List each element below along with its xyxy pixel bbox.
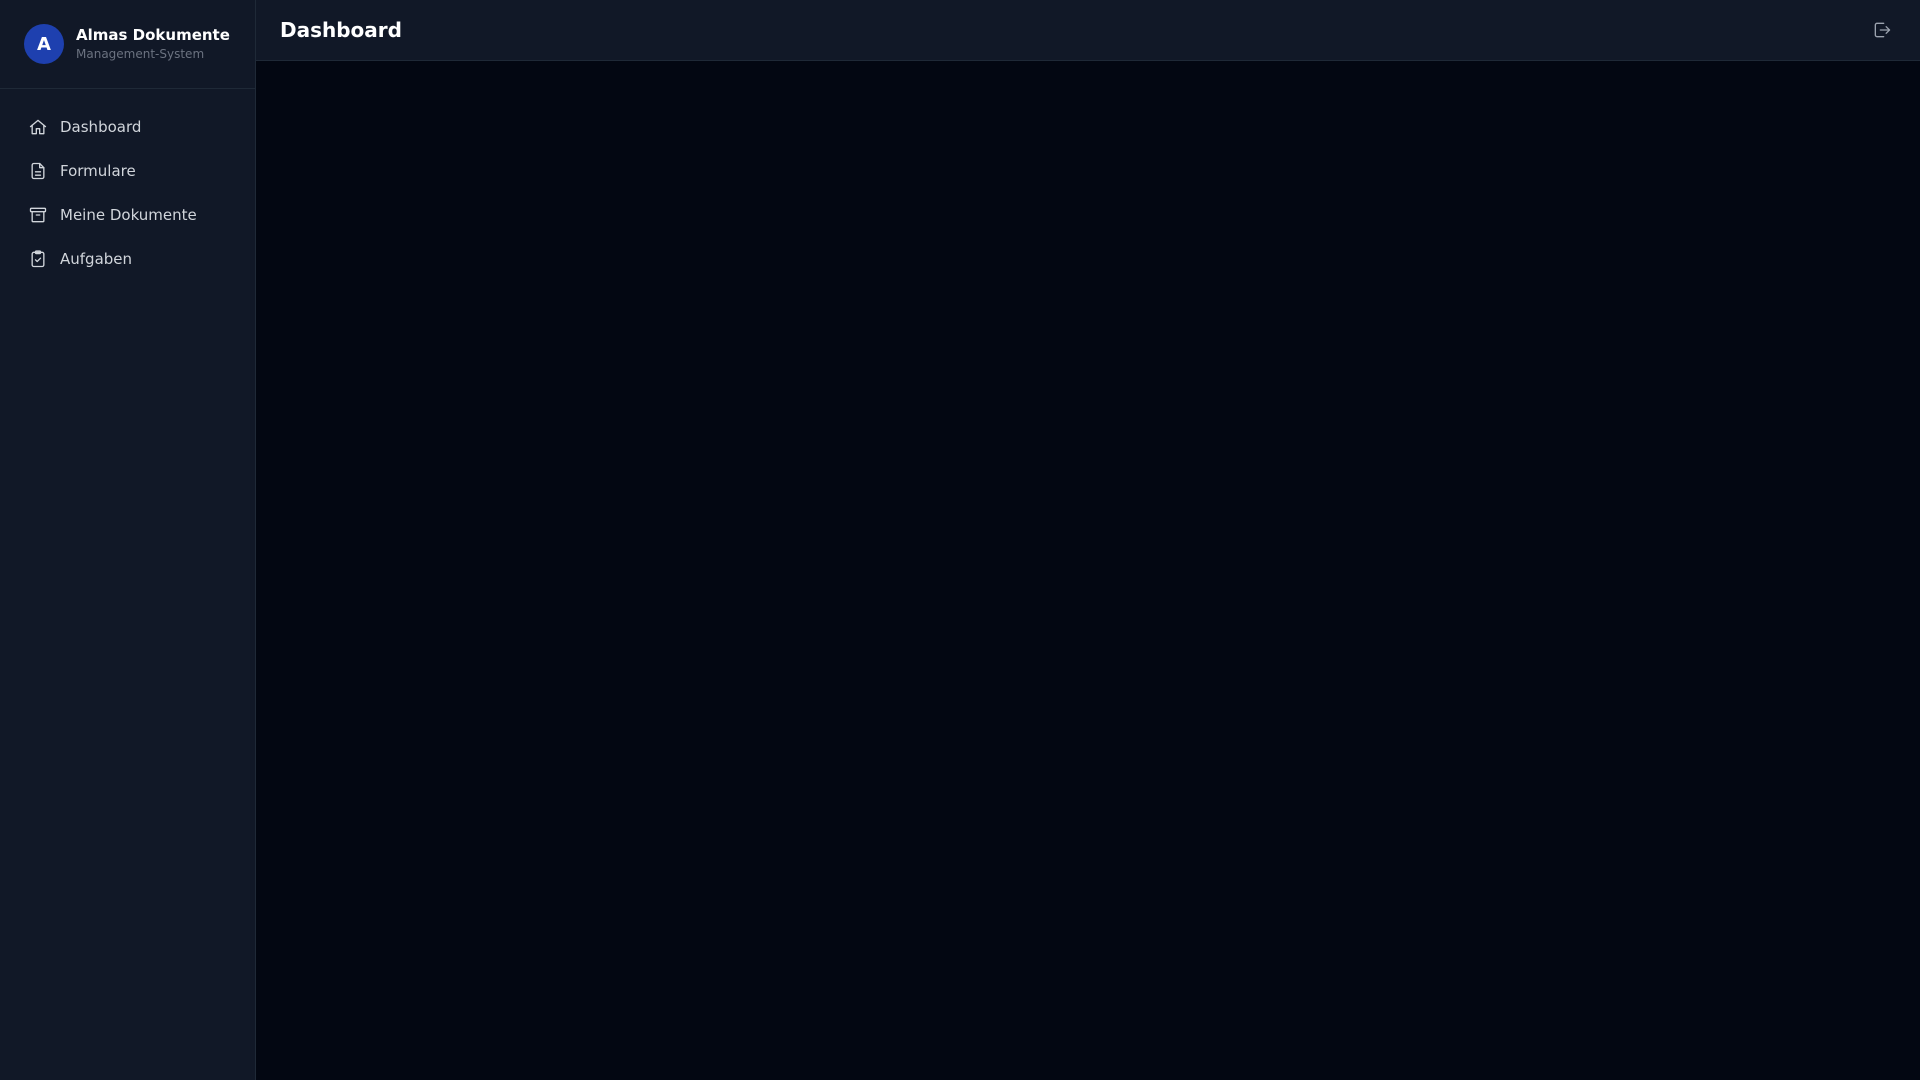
- brand-avatar: A: [24, 24, 64, 64]
- sidebar-item-label: Formulare: [60, 162, 136, 180]
- sidebar-nav: Dashboard Formulare Meine Dokumente Aufg…: [0, 89, 255, 297]
- clipboard-check-icon: [28, 249, 48, 269]
- sidebar-item-label: Dashboard: [60, 118, 142, 136]
- page-title: Dashboard: [280, 18, 402, 42]
- brand-text: Almas Dokumente Management-System: [76, 26, 230, 62]
- archive-icon: [28, 205, 48, 225]
- brand-subtitle: Management-System: [76, 47, 205, 61]
- dashboard-content: [256, 61, 1920, 1080]
- app-root: A Almas Dokumente Management-System Dash…: [0, 0, 1920, 1080]
- sidebar-item-label: Meine Dokumente: [60, 206, 197, 224]
- document-text-icon: [28, 161, 48, 181]
- main-area: Dashboard: [256, 0, 1920, 1080]
- sidebar-item-dashboard[interactable]: Dashboard: [16, 105, 239, 149]
- sidebar: A Almas Dokumente Management-System Dash…: [0, 0, 256, 1080]
- sidebar-item-aufgaben[interactable]: Aufgaben: [16, 237, 239, 281]
- top-bar: Dashboard: [256, 0, 1920, 61]
- sidebar-item-label: Aufgaben: [60, 250, 133, 268]
- sidebar-item-meine-dokumente[interactable]: Meine Dokumente: [16, 193, 239, 237]
- brand-title: Almas Dokumente: [76, 26, 230, 44]
- sidebar-item-formulare[interactable]: Formulare: [16, 149, 239, 193]
- logout-icon: [1872, 20, 1892, 40]
- brand-header: A Almas Dokumente Management-System: [0, 0, 255, 89]
- logout-button[interactable]: [1868, 16, 1896, 44]
- home-icon: [28, 117, 48, 137]
